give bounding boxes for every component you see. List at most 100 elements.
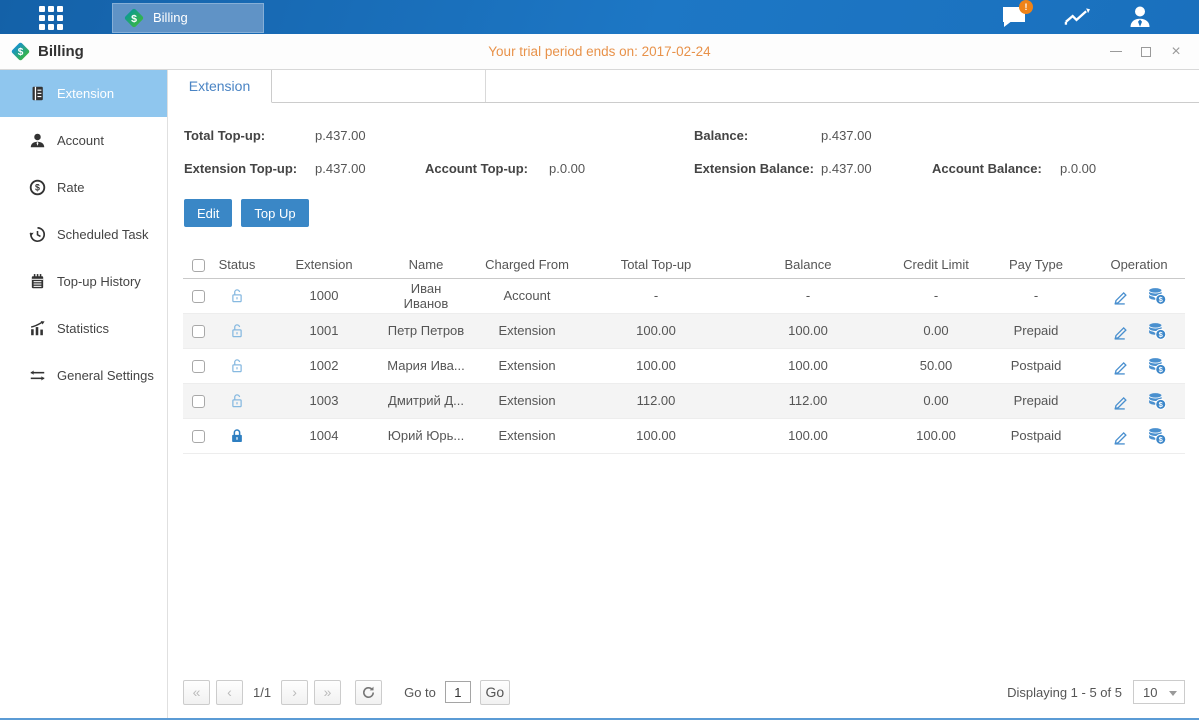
window-controls: × bbox=[1109, 45, 1183, 59]
extension-cell: 1003 bbox=[261, 383, 387, 418]
window-title-text: Billing bbox=[38, 43, 84, 60]
svg-text:$: $ bbox=[131, 12, 137, 24]
taskbar-billing-tab[interactable]: $ Billing bbox=[112, 3, 264, 33]
app-grid-icon[interactable] bbox=[38, 4, 66, 30]
lock-open-icon[interactable] bbox=[228, 287, 246, 305]
column-header: Status bbox=[213, 251, 261, 278]
credit-limit-cell: 0.00 bbox=[893, 313, 979, 348]
column-header: Pay Type bbox=[979, 251, 1093, 278]
notification-badge: ! bbox=[1019, 0, 1033, 14]
total-topup-label: Total Top-up: bbox=[184, 128, 315, 143]
balance-summary: Total Top-up: p.437.00 Extension Top-up:… bbox=[168, 103, 1199, 176]
goto-page-input[interactable] bbox=[445, 681, 471, 703]
edit-pencil-icon[interactable] bbox=[1111, 391, 1131, 411]
trial-notice: Your trial period ends on: 2017-02-24 bbox=[0, 44, 1199, 59]
column-header: Extension bbox=[261, 251, 387, 278]
notifications-chat-icon[interactable]: ! bbox=[1001, 4, 1027, 30]
topup-coins-icon[interactable]: $ bbox=[1147, 356, 1167, 376]
page-size-select[interactable]: 10 bbox=[1133, 680, 1185, 704]
total-topup-cell: 112.00 bbox=[589, 383, 723, 418]
next-page-button[interactable]: › bbox=[281, 680, 308, 705]
close-button[interactable]: × bbox=[1169, 45, 1183, 59]
account-balance-value: p.0.00 bbox=[1060, 161, 1199, 176]
credit-limit-cell: 0.00 bbox=[893, 383, 979, 418]
edit-pencil-icon[interactable] bbox=[1111, 356, 1131, 376]
edit-pencil-icon[interactable] bbox=[1111, 321, 1131, 341]
extension-cell: 1004 bbox=[261, 418, 387, 453]
balance-value: p.437.00 bbox=[821, 128, 932, 143]
action-buttons: Edit Top Up bbox=[168, 176, 1199, 227]
sidebar-item-label: Top-up History bbox=[57, 274, 141, 289]
row-checkbox[interactable] bbox=[192, 360, 205, 373]
account-topup-value: p.0.00 bbox=[549, 161, 694, 176]
row-checkbox[interactable] bbox=[192, 395, 205, 408]
column-header: Balance bbox=[723, 251, 893, 278]
sidebar-item-extension[interactable]: Extension bbox=[0, 70, 167, 117]
lock-open-icon[interactable] bbox=[228, 392, 246, 410]
sidebar-item-rate[interactable]: $ Rate bbox=[0, 164, 167, 211]
sidebar-item-label: Rate bbox=[57, 180, 84, 195]
lock-open-icon[interactable] bbox=[228, 357, 246, 375]
person-icon bbox=[1127, 4, 1153, 30]
row-checkbox[interactable] bbox=[192, 290, 205, 303]
pagination-bar: « ‹ 1/1 › » Go to Go Displaying 1 - 5 of… bbox=[168, 672, 1199, 718]
svg-text:$: $ bbox=[35, 183, 40, 193]
account-balance-label: Account Balance: bbox=[932, 161, 1060, 176]
last-page-button[interactable]: » bbox=[314, 680, 341, 705]
sidebar-item-general-settings[interactable]: General Settings bbox=[0, 352, 167, 399]
window-title: $ Billing bbox=[10, 41, 84, 62]
svg-text:$: $ bbox=[18, 47, 24, 58]
extension-topup-value: p.437.00 bbox=[315, 161, 425, 176]
sidebar-item-label: Scheduled Task bbox=[57, 227, 149, 242]
extension-cell: 1001 bbox=[261, 313, 387, 348]
go-button[interactable]: Go bbox=[480, 680, 510, 705]
sidebar-item-label: Statistics bbox=[57, 321, 109, 336]
row-checkbox[interactable] bbox=[192, 325, 205, 338]
sidebar-item-topup-history[interactable]: Top-up History bbox=[0, 258, 167, 305]
topup-coins-icon[interactable]: $ bbox=[1147, 391, 1167, 411]
topup-history-icon bbox=[28, 273, 46, 291]
select-all-checkbox[interactable] bbox=[192, 259, 205, 272]
refresh-button[interactable] bbox=[355, 680, 382, 705]
credit-limit-cell: 50.00 bbox=[893, 348, 979, 383]
prev-page-button[interactable]: ‹ bbox=[216, 680, 243, 705]
total-topup-value: p.437.00 bbox=[315, 128, 425, 143]
edit-pencil-icon[interactable] bbox=[1111, 426, 1131, 446]
user-account-icon[interactable] bbox=[1127, 4, 1153, 30]
balance-cell: 100.00 bbox=[723, 313, 893, 348]
minimize-button[interactable] bbox=[1109, 45, 1123, 59]
first-page-button[interactable]: « bbox=[183, 680, 210, 705]
extensions-table: StatusExtensionNameCharged FromTotal Top… bbox=[183, 251, 1185, 454]
column-header: Operation bbox=[1093, 251, 1185, 278]
balance-cell: - bbox=[723, 278, 893, 313]
sidebar-item-statistics[interactable]: Statistics bbox=[0, 305, 167, 352]
sidebar-item-account[interactable]: Account bbox=[0, 117, 167, 164]
topup-coins-icon[interactable]: $ bbox=[1147, 426, 1167, 446]
extension-cell: 1000 bbox=[261, 278, 387, 313]
maximize-button[interactable] bbox=[1139, 45, 1153, 59]
sidebar-item-label: Extension bbox=[57, 86, 114, 101]
pay-type-cell: Postpaid bbox=[979, 348, 1093, 383]
topup-button[interactable]: Top Up bbox=[241, 199, 308, 227]
refresh-icon bbox=[361, 685, 376, 700]
row-checkbox[interactable] bbox=[192, 430, 205, 443]
sidebar-item-scheduled-task[interactable]: Scheduled Task bbox=[0, 211, 167, 258]
balance-cell: 100.00 bbox=[723, 418, 893, 453]
goto-label: Go to bbox=[404, 685, 436, 700]
edit-pencil-icon[interactable] bbox=[1111, 286, 1131, 306]
line-chart-icon bbox=[1064, 5, 1090, 29]
general-settings-icon bbox=[28, 367, 46, 385]
topup-coins-icon[interactable]: $ bbox=[1147, 286, 1167, 306]
table-row: 1000Иван ИвановAccount----$ bbox=[183, 278, 1185, 313]
resource-monitor-icon[interactable] bbox=[1064, 4, 1090, 30]
pay-type-cell: Prepaid bbox=[979, 313, 1093, 348]
sidebar-item-label: General Settings bbox=[57, 368, 154, 383]
edit-button[interactable]: Edit bbox=[184, 199, 232, 227]
lock-open-icon[interactable] bbox=[228, 322, 246, 340]
topup-coins-icon[interactable]: $ bbox=[1147, 321, 1167, 341]
table-row: 1003Дмитрий Д...Extension112.00112.000.0… bbox=[183, 383, 1185, 418]
extension-topup-label: Extension Top-up: bbox=[184, 161, 315, 176]
lock-closed-icon[interactable] bbox=[228, 427, 246, 445]
charged-from-cell: Extension bbox=[465, 383, 589, 418]
tab-extension[interactable]: Extension bbox=[168, 70, 272, 103]
